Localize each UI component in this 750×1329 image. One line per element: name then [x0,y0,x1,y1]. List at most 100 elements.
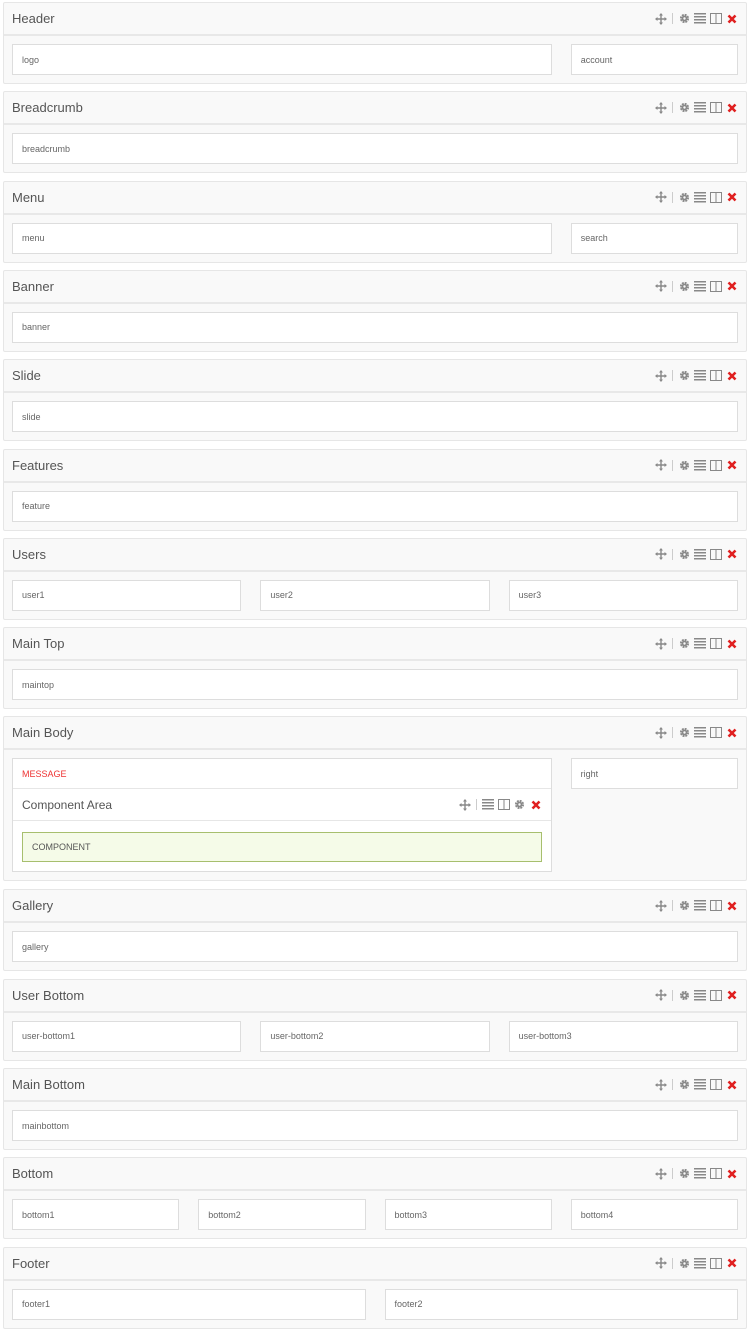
gear-icon[interactable] [678,989,690,1001]
position-block-bottom1[interactable]: bottom1 [12,1199,180,1231]
close-icon[interactable] [726,1079,738,1091]
close-icon[interactable] [726,191,738,203]
gear-icon[interactable] [678,13,690,25]
rows-icon[interactable] [694,102,706,114]
rows-icon[interactable] [694,370,706,382]
move-icon[interactable] [655,1078,667,1091]
close-icon[interactable] [726,900,738,912]
columns-icon[interactable] [710,370,722,382]
position-block-right[interactable]: right [570,758,738,790]
columns-icon[interactable] [710,191,722,203]
move-icon[interactable] [655,1257,667,1270]
position-block-user1[interactable]: user1 [12,579,242,611]
columns-icon[interactable] [710,1257,722,1269]
move-icon[interactable] [655,12,667,25]
rows-icon[interactable] [694,989,706,1001]
position-block-logo[interactable]: logo [12,44,552,75]
columns-icon[interactable] [497,799,510,811]
columns-icon[interactable] [710,1079,722,1091]
position-block-user2[interactable]: user2 [260,579,490,611]
gear-icon[interactable] [678,900,690,912]
position-block-account[interactable]: account [570,44,738,75]
close-icon[interactable] [726,280,738,292]
rows-icon[interactable] [694,548,706,560]
rows-icon[interactable] [694,727,706,739]
position-block-search[interactable]: search [570,222,738,254]
position-block-footer2[interactable]: footer2 [384,1288,738,1320]
gear-icon[interactable] [678,1079,690,1091]
position-block-mainbottom[interactable]: mainbottom [12,1110,738,1141]
position-block-breadcrumb[interactable]: breadcrumb [12,133,738,165]
move-icon[interactable] [458,798,471,811]
gear-icon[interactable] [678,548,690,560]
rows-icon[interactable] [694,1079,706,1091]
move-icon[interactable] [655,899,667,912]
move-icon[interactable] [655,989,667,1002]
rows-icon[interactable] [694,191,706,203]
gear-icon[interactable] [678,638,690,650]
position-block-user-bottom3[interactable]: user-bottom3 [508,1020,738,1052]
rows-icon[interactable] [694,459,706,471]
gear-icon[interactable] [678,727,690,739]
columns-icon[interactable] [710,638,722,650]
columns-icon[interactable] [710,280,722,292]
move-icon[interactable] [655,726,667,739]
columns-icon[interactable] [710,900,722,912]
columns-icon[interactable] [710,102,722,114]
rows-icon[interactable] [481,799,494,811]
gear-icon[interactable] [678,191,690,203]
close-icon[interactable] [726,989,738,1001]
gear-icon[interactable] [678,459,690,471]
position-block-gallery[interactable]: gallery [12,931,738,963]
move-icon[interactable] [655,637,667,650]
position-block-user-bottom1[interactable]: user-bottom1 [12,1020,242,1052]
columns-icon[interactable] [710,548,722,560]
columns-icon[interactable] [710,459,722,471]
columns-icon[interactable] [710,727,722,739]
position-block-slide[interactable]: slide [12,401,738,433]
position-block-bottom3[interactable]: bottom3 [384,1199,552,1231]
rows-icon[interactable] [694,638,706,650]
rows-icon[interactable] [694,900,706,912]
position-block-bottom2[interactable]: bottom2 [198,1199,366,1231]
rows-icon[interactable] [694,280,706,292]
move-icon[interactable] [655,280,667,293]
move-icon[interactable] [655,191,667,204]
move-icon[interactable] [655,459,667,471]
move-icon[interactable] [655,548,667,561]
close-icon[interactable] [726,13,738,25]
position-block-footer1[interactable]: footer1 [12,1288,366,1320]
rows-icon[interactable] [694,13,706,25]
position-block-maintop[interactable]: maintop [12,669,738,701]
move-icon[interactable] [655,1167,667,1180]
move-icon[interactable] [655,369,667,382]
close-icon[interactable] [726,1257,738,1269]
rows-icon[interactable] [694,1168,706,1180]
close-icon[interactable] [726,638,738,650]
columns-icon[interactable] [710,1168,722,1180]
component-block[interactable]: COMPONENT [22,832,542,863]
rows-icon[interactable] [694,1257,706,1269]
position-block-feature[interactable]: feature [12,490,738,522]
position-block-user-bottom2[interactable]: user-bottom2 [260,1020,490,1052]
move-icon[interactable] [655,101,667,114]
columns-icon[interactable] [710,13,722,25]
close-icon[interactable] [726,370,738,382]
message-block[interactable]: MESSAGE [13,759,551,790]
gear-icon[interactable] [678,102,690,114]
position-block-bottom4[interactable]: bottom4 [570,1199,738,1231]
position-block-menu[interactable]: menu [12,222,552,254]
close-icon[interactable] [726,727,738,739]
close-icon[interactable] [726,102,738,114]
close-icon[interactable] [726,1168,738,1180]
gear-icon[interactable] [678,370,690,382]
columns-icon[interactable] [710,989,722,1001]
position-block-user3[interactable]: user3 [508,579,738,611]
close-icon[interactable] [726,548,738,560]
close-icon[interactable] [530,799,542,811]
gear-icon[interactable] [678,1257,690,1269]
gear-icon[interactable] [678,280,690,292]
gear-icon[interactable] [678,1168,690,1180]
close-icon[interactable] [726,459,738,471]
position-block-banner[interactable]: banner [12,311,738,343]
